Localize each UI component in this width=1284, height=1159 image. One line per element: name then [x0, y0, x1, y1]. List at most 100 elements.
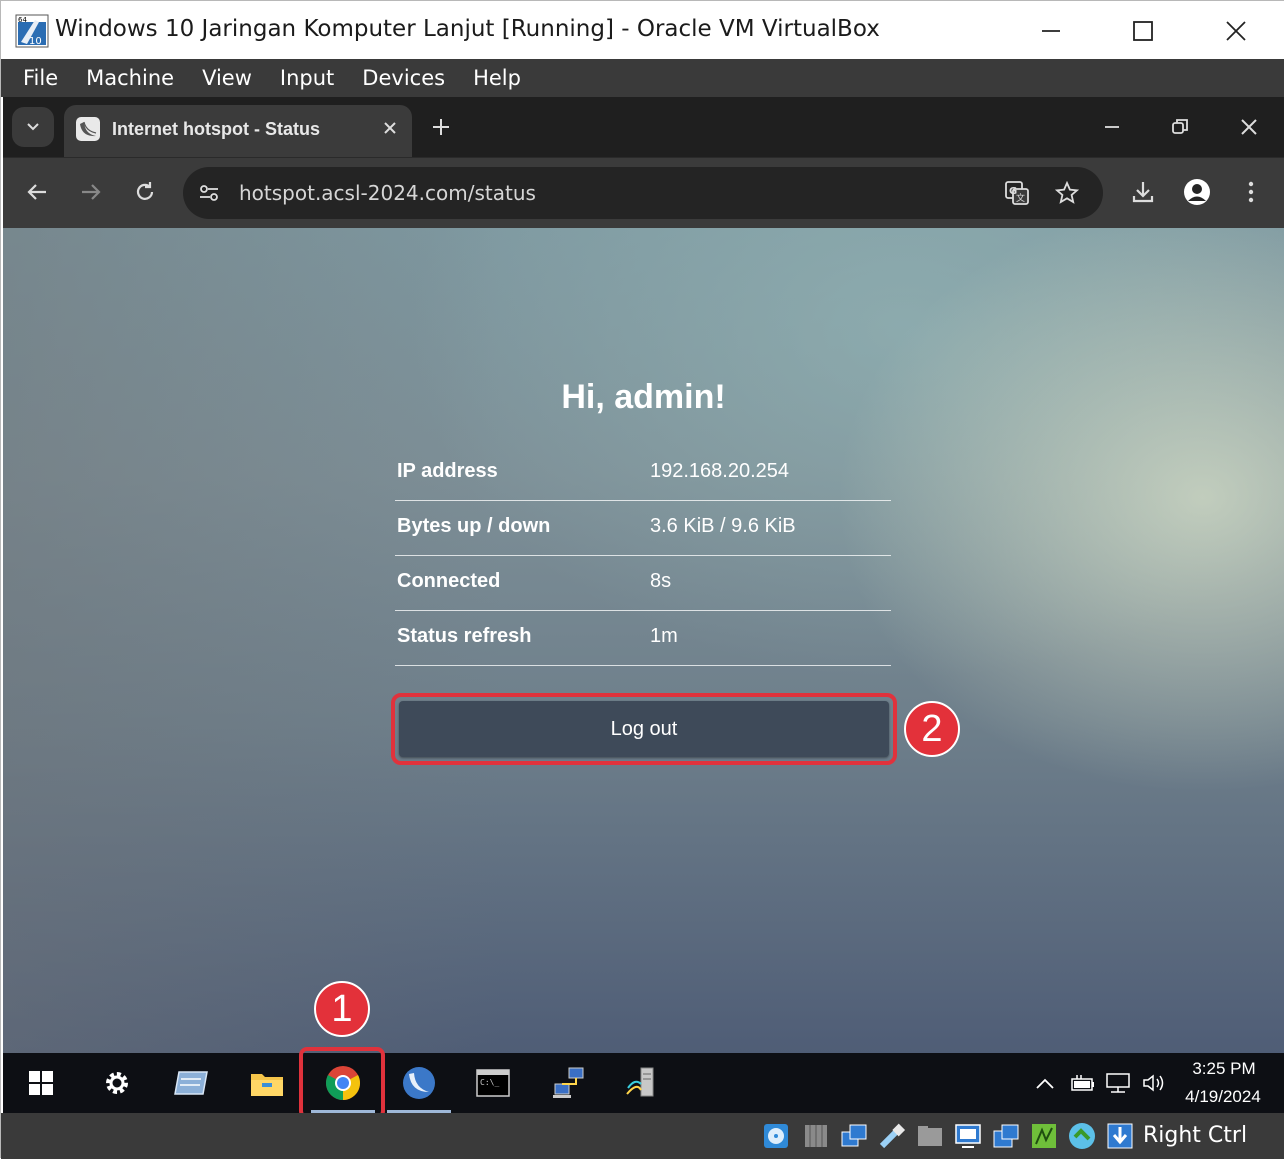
guest-additions-icon	[1069, 1123, 1095, 1149]
hard-disk-icon	[764, 1124, 788, 1148]
menu-view[interactable]: View	[202, 66, 252, 90]
restore-icon	[1172, 119, 1188, 134]
logout-button[interactable]: Log out	[399, 701, 889, 757]
bookmark-button[interactable]	[1053, 179, 1081, 207]
tab-strip: Internet hotspot - Status	[3, 97, 1284, 157]
svg-text:C:\_: C:\_	[480, 1078, 499, 1087]
row-value: 3.6 KiB / 9.6 KiB	[650, 515, 796, 537]
winbox-favicon-icon	[76, 117, 100, 141]
svg-text:文: 文	[1016, 192, 1025, 204]
tab-search-button[interactable]	[12, 107, 54, 147]
tune-icon	[200, 185, 218, 201]
menu-help[interactable]: Help	[473, 66, 521, 90]
taskbar-server-app[interactable]	[605, 1053, 681, 1113]
file-explorer-icon	[251, 1074, 283, 1096]
row-value: 8s	[650, 570, 672, 592]
close-button[interactable]	[1214, 11, 1258, 51]
minimize-button[interactable]	[1029, 11, 1073, 51]
arrow-left-icon	[27, 184, 46, 200]
step-1-badge: 1	[314, 981, 370, 1037]
status-recording[interactable]	[1029, 1121, 1059, 1151]
url-text[interactable]: hotspot.acsl-2024.com/status	[239, 181, 536, 205]
clock-date[interactable]: 4/19/2024	[1173, 1087, 1273, 1107]
tab-hotspot-status[interactable]: Internet hotspot - Status	[64, 105, 412, 157]
back-button[interactable]	[19, 174, 55, 210]
display-icon	[955, 1124, 981, 1148]
menu-file[interactable]: File	[23, 66, 58, 90]
reload-icon	[136, 182, 154, 200]
logout-highlight: Log out	[391, 693, 897, 765]
maximize-button[interactable]	[1121, 11, 1165, 51]
tray-power[interactable]	[1067, 1053, 1097, 1113]
tray-network[interactable]	[1103, 1053, 1133, 1113]
taskbar-command-prompt[interactable]: C:\_	[455, 1053, 531, 1113]
translate-icon: G文	[1005, 181, 1029, 205]
menu-bar: File Machine View Input Devices Help	[1, 59, 1284, 97]
menu-input[interactable]: Input	[280, 66, 334, 90]
status-table: IP address 192.168.20.254 Bytes up / dow…	[395, 446, 891, 666]
menu-devices[interactable]: Devices	[362, 66, 445, 90]
tab-close-button[interactable]	[378, 116, 402, 140]
network-wired-icon	[1106, 1073, 1130, 1093]
status-guest-additions[interactable]	[1067, 1121, 1097, 1151]
browser-restore-button[interactable]	[1160, 111, 1200, 143]
server-app-icon	[626, 1067, 654, 1097]
row-label: IP address	[397, 460, 498, 482]
profile-icon	[1184, 179, 1210, 205]
clock-time[interactable]: 3:25 PM	[1179, 1059, 1269, 1079]
greeting-heading: Hi, admin!	[561, 378, 726, 416]
status-network-adapter[interactable]	[839, 1121, 869, 1151]
row-label: Status refresh	[397, 625, 532, 647]
chevron-down-icon	[27, 123, 39, 131]
recording-icon	[1032, 1124, 1056, 1148]
tray-volume[interactable]	[1139, 1053, 1169, 1113]
chrome-highlight	[299, 1047, 385, 1119]
svg-text:10: 10	[29, 36, 42, 47]
status-video-capture[interactable]	[991, 1121, 1021, 1151]
network-connections-icon	[553, 1067, 584, 1098]
profile-button[interactable]	[1179, 174, 1215, 210]
show-hidden-icons-button[interactable]	[1031, 1053, 1059, 1113]
chevron-up-icon	[1036, 1078, 1054, 1089]
chrome-browser: Internet hotspot - Status hotspot.acsl-2…	[3, 97, 1284, 1057]
address-bar[interactable]: hotspot.acsl-2024.com/status G文	[183, 167, 1103, 219]
forward-button[interactable]	[73, 174, 109, 210]
downloads-button[interactable]	[1125, 174, 1161, 210]
table-row: Bytes up / down 3.6 KiB / 9.6 KiB	[395, 501, 891, 556]
reload-button[interactable]	[127, 174, 163, 210]
taskbar-settings[interactable]	[79, 1053, 155, 1113]
minimize-icon	[1042, 30, 1060, 32]
status-hard-disk[interactable]	[761, 1121, 791, 1151]
row-label: Bytes up / down	[397, 515, 551, 537]
more-vert-icon	[1248, 181, 1254, 203]
close-icon	[1226, 21, 1246, 41]
close-icon	[384, 122, 396, 134]
table-row: IP address 192.168.20.254	[395, 446, 891, 501]
shared-folder-icon	[918, 1126, 942, 1146]
status-usb[interactable]	[877, 1121, 907, 1151]
tab-title: Internet hotspot - Status	[112, 119, 320, 139]
status-mouse-integration[interactable]	[1105, 1121, 1135, 1151]
close-icon	[1241, 119, 1257, 135]
taskbar-file-explorer[interactable]	[229, 1053, 305, 1113]
star-icon	[1055, 181, 1079, 204]
status-display[interactable]	[953, 1121, 983, 1151]
start-button[interactable]	[3, 1053, 79, 1113]
browser-close-button[interactable]	[1229, 111, 1269, 143]
taskbar-winbox[interactable]	[381, 1053, 457, 1113]
new-tab-button[interactable]	[427, 113, 455, 141]
translate-button[interactable]: G文	[1003, 179, 1031, 207]
browser-menu-button[interactable]	[1233, 174, 1269, 210]
maximize-icon	[1133, 21, 1153, 41]
site-info-button[interactable]	[195, 179, 223, 207]
table-row: Connected 8s	[395, 556, 891, 611]
virtualbox-window: 64 10 Windows 10 Jaringan Komputer Lanju…	[0, 0, 1284, 1159]
menu-machine[interactable]: Machine	[86, 66, 174, 90]
taskbar-network-tool[interactable]	[153, 1053, 229, 1113]
taskbar-network-connections[interactable]	[531, 1053, 607, 1113]
status-optical-drive[interactable]	[801, 1121, 831, 1151]
optical-drive-icon	[805, 1125, 827, 1147]
vm-status-bar: Right Ctrl	[1, 1113, 1284, 1159]
browser-minimize-button[interactable]	[1092, 111, 1132, 143]
status-shared-folders[interactable]	[915, 1121, 945, 1151]
